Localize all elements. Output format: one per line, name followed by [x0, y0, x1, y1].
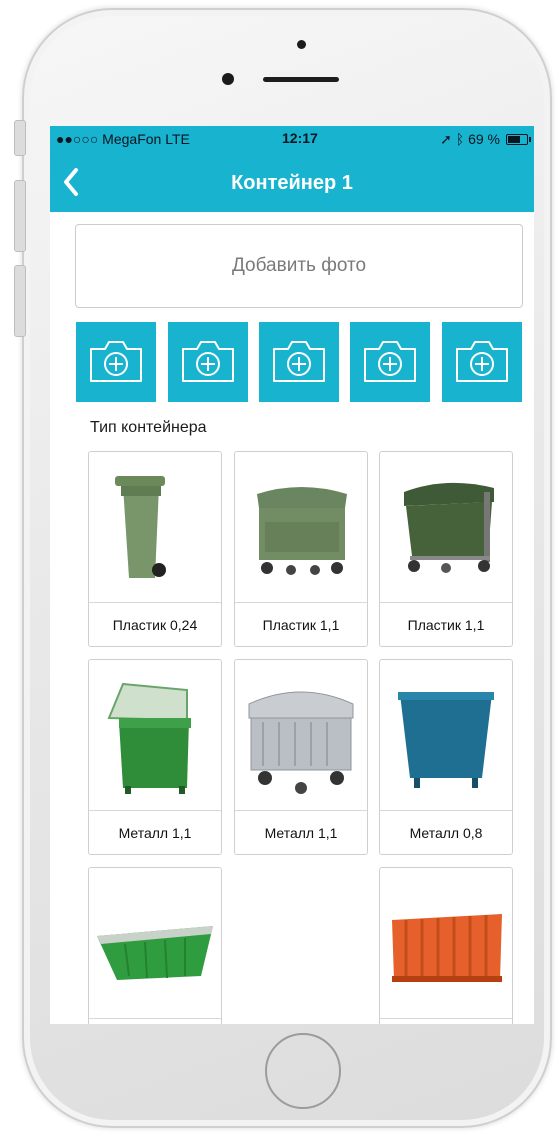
navigation-bar: Контейнер 1: [50, 152, 534, 212]
battery-icon: [506, 134, 531, 145]
front-camera: [222, 73, 234, 85]
mute-switch: [14, 120, 26, 156]
metal-bin-image: [398, 692, 494, 788]
container-caption: Пластик 1,1: [380, 602, 512, 646]
metal-bin-image: [248, 691, 354, 794]
volume-down-button: [14, 265, 26, 337]
container-card[interactable]: Пластик 1,1: [379, 451, 513, 647]
container-card[interactable]: [88, 867, 222, 1024]
earpiece-speaker: [263, 77, 339, 82]
container-caption: [380, 1018, 512, 1024]
camera-plus-icon: [87, 335, 145, 390]
battery-percent: 69 %: [468, 131, 500, 147]
container-caption: Пластик 1,1: [235, 602, 367, 646]
container-caption: Металл 1,1: [235, 810, 367, 854]
camera-plus-icon: [361, 335, 419, 390]
container-card[interactable]: Металл 0,8: [379, 659, 513, 855]
roll-off-container-image: [392, 914, 502, 982]
container-caption: Металл 1,1: [89, 810, 221, 854]
photo-slot-button[interactable]: [168, 322, 248, 402]
photo-slot-button[interactable]: [76, 322, 156, 402]
container-card[interactable]: Металл 1,1: [234, 659, 368, 855]
plastic-bin-image: [404, 482, 494, 573]
bluetooth-icon: ᛒ: [455, 132, 465, 148]
proximity-sensor: [297, 40, 306, 49]
volume-up-button: [14, 180, 26, 252]
container-card[interactable]: Металл 1,1: [88, 659, 222, 855]
app-screen: ●●○○○ MegaFon LTE 12:17 ➚ ᛒ 69 % Контейн…: [50, 126, 534, 1024]
camera-plus-icon: [453, 335, 511, 390]
container-card[interactable]: Пластик 0,24: [88, 451, 222, 647]
location-arrow-icon: ➚: [440, 131, 452, 147]
add-photo-label: Добавить фото: [231, 255, 367, 276]
container-caption: Металл 0,8: [380, 810, 512, 854]
page-title: Контейнер 1: [231, 172, 353, 194]
add-photo-button[interactable]: Добавить фото: [75, 224, 523, 308]
container-type-label: Тип контейнера: [90, 419, 207, 436]
photo-slot-button[interactable]: [442, 322, 522, 402]
home-button[interactable]: [265, 1033, 341, 1109]
plastic-bin-image: [257, 487, 347, 575]
status-right: ➚ ᛒ 69 %: [440, 131, 500, 148]
container-card[interactable]: Пластик 1,1: [234, 451, 368, 647]
camera-plus-icon: [270, 335, 328, 390]
container-caption: [89, 1018, 221, 1024]
metal-bin-image: [107, 682, 191, 794]
container-card[interactable]: [379, 867, 513, 1024]
container-caption: Пластик 0,24: [89, 602, 221, 646]
skip-container-image: [97, 926, 213, 980]
status-bar: ●●○○○ MegaFon LTE 12:17 ➚ ᛒ 69 %: [50, 126, 534, 152]
photo-slot-button[interactable]: [350, 322, 430, 402]
carrier-label: ●●○○○ MegaFon LTE: [56, 131, 190, 147]
plastic-bin-image: [115, 476, 166, 578]
camera-plus-icon: [179, 335, 237, 390]
clock: 12:17: [282, 130, 318, 146]
photo-slot-button[interactable]: [259, 322, 339, 402]
